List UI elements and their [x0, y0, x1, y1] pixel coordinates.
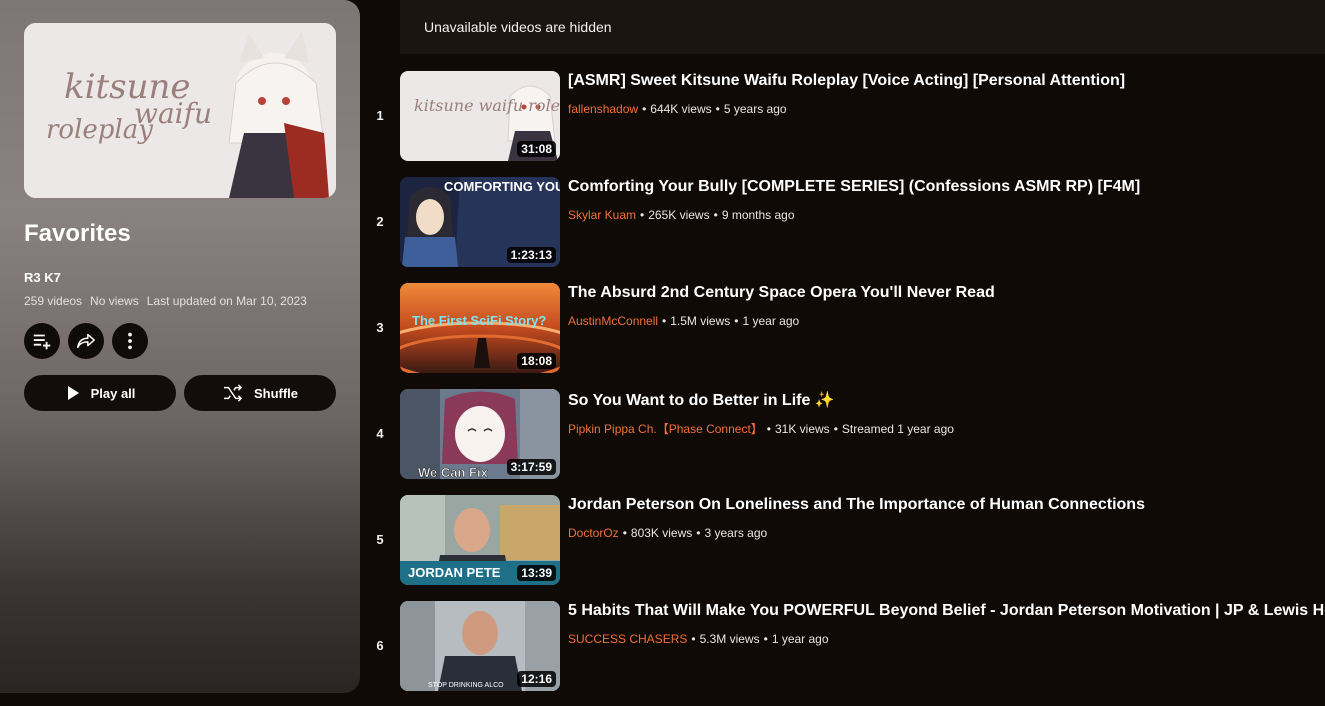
- more-vert-icon: [128, 332, 132, 350]
- video-index: 2: [376, 214, 384, 229]
- video-meta: Skylar Kuam • 265K views • 9 months ago: [568, 208, 795, 222]
- video-list: 1 kitsune waifu roleplay 31:08 [ASMR] Sw…: [360, 70, 1325, 706]
- video-age: 9 months ago: [721, 208, 795, 222]
- video-duration: 31:08: [517, 141, 556, 157]
- list-item[interactable]: 4 We Can Fix 3:17:59 So You Want to do B…: [360, 388, 1325, 494]
- video-meta: DoctorOz • 803K views • 3 years ago: [568, 526, 768, 540]
- list-item[interactable]: 1 kitsune waifu roleplay 31:08 [ASMR] Sw…: [360, 70, 1325, 176]
- video-meta: fallenshadow • 644K views • 5 years ago: [568, 102, 787, 116]
- video-thumbnail[interactable]: JORDAN PETE 13:39: [400, 495, 560, 585]
- video-age: 1 year ago: [771, 632, 829, 646]
- playback-buttons: Play all Shuffle: [24, 375, 336, 411]
- thumbnail-text: kitsune waifu roleplay: [414, 96, 560, 115]
- video-views: 644K views: [650, 102, 712, 116]
- playlist-meta: 259 videos No views Last updated on Mar …: [24, 294, 307, 308]
- video-thumbnail[interactable]: STOP DRINKING ALCO 12:16: [400, 601, 560, 691]
- video-age: 5 years ago: [723, 102, 787, 116]
- video-views: 1.5M views: [670, 314, 731, 328]
- channel-name[interactable]: Skylar Kuam: [568, 208, 636, 222]
- video-views: 31K views: [774, 422, 830, 436]
- save-playlist-button[interactable]: [24, 323, 60, 359]
- channel-name[interactable]: DoctorOz: [568, 526, 619, 540]
- cover-art: kitsune waifu roleplay: [24, 23, 336, 198]
- unavailable-notice: Unavailable videos are hidden: [400, 0, 1325, 54]
- video-views: 265K views: [648, 208, 710, 222]
- playlist-title: Favorites: [24, 220, 131, 247]
- video-count: 259 videos: [24, 294, 83, 308]
- video-index: 1: [376, 108, 384, 123]
- video-index: 5: [376, 532, 384, 547]
- playlist-actions: [24, 323, 148, 359]
- share-button[interactable]: [68, 323, 104, 359]
- channel-name[interactable]: fallenshadow: [568, 102, 638, 116]
- playlist-add-icon: [33, 334, 51, 350]
- video-title[interactable]: So You Want to do Better in Life ✨: [568, 390, 835, 410]
- video-meta: AustinMcConnell • 1.5M views • 1 year ago: [568, 314, 800, 328]
- playlist-panel: kitsune waifu roleplay Favorites R3 K7 2…: [0, 0, 360, 693]
- play-icon: [67, 386, 79, 400]
- video-thumbnail[interactable]: We Can Fix 3:17:59: [400, 389, 560, 479]
- play-all-button[interactable]: Play all: [24, 375, 176, 411]
- video-title[interactable]: [ASMR] Sweet Kitsune Waifu Roleplay [Voi…: [568, 72, 1125, 90]
- video-index: 6: [376, 638, 384, 653]
- list-item[interactable]: 5 JORDAN PETE 13:39 Jordan Peterson On L…: [360, 494, 1325, 600]
- video-duration: 18:08: [517, 353, 556, 369]
- video-thumbnail[interactable]: kitsune waifu roleplay 31:08: [400, 71, 560, 161]
- shuffle-button[interactable]: Shuffle: [184, 375, 336, 411]
- video-duration: 3:17:59: [506, 459, 556, 475]
- video-title[interactable]: Jordan Peterson On Loneliness and The Im…: [568, 496, 1145, 514]
- video-views: 803K views: [630, 526, 693, 540]
- video-thumbnail[interactable]: COMFORTING YOUR BULLY BULLY SERIES 1:23:…: [400, 177, 560, 267]
- thumbnail-text: We Can Fix: [418, 465, 489, 479]
- thumbnail-text: COMFORTING YOUR BULLY BULLY SERIES: [444, 179, 560, 194]
- last-updated: Last updated on Mar 10, 2023: [146, 294, 307, 308]
- video-title[interactable]: 5 Habits That Will Make You POWERFUL Bey…: [568, 602, 1325, 620]
- video-meta: Pipkin Pippa Ch.【Phase Connect】 • 31K view…: [568, 422, 954, 436]
- video-title[interactable]: The Absurd 2nd Century Space Opera You'l…: [568, 284, 995, 302]
- thumbnail-text: The First SciFi Story?: [412, 313, 546, 328]
- video-duration: 12:16: [517, 671, 556, 687]
- playlist-owner[interactable]: R3 K7: [24, 270, 61, 285]
- video-duration: 13:39: [517, 565, 556, 581]
- video-age: Streamed 1 year ago: [841, 422, 954, 436]
- video-index: 3: [376, 320, 384, 335]
- video-duration: 1:23:13: [506, 247, 556, 263]
- video-age: 1 year ago: [742, 314, 800, 328]
- video-thumbnail[interactable]: The First SciFi Story? 18:08: [400, 283, 560, 373]
- channel-name[interactable]: Pipkin Pippa Ch.【Phase Connect】: [568, 422, 763, 436]
- video-age: 3 years ago: [704, 526, 768, 540]
- more-options-button[interactable]: [112, 323, 148, 359]
- thumbnail-text: JORDAN PETE: [408, 565, 501, 580]
- shuffle-icon: [223, 384, 243, 402]
- play-all-label: Play all: [90, 385, 136, 401]
- share-icon: [77, 333, 95, 349]
- video-index: 4: [376, 426, 384, 441]
- video-meta: SUCCESS CHASERS • 5.3M views • 1 year ago: [568, 632, 829, 646]
- list-item[interactable]: 3 The First SciFi Story? 18:08 The Absur…: [360, 282, 1325, 388]
- list-item[interactable]: 2 COMFORTING YOUR BULLY BULLY SERIES 1:2…: [360, 176, 1325, 282]
- channel-name[interactable]: SUCCESS CHASERS: [568, 632, 687, 646]
- playlist-cover[interactable]: kitsune waifu roleplay: [24, 23, 336, 198]
- view-count: No views: [90, 294, 139, 308]
- shuffle-label: Shuffle: [253, 385, 299, 401]
- video-views: 5.3M views: [699, 632, 760, 646]
- list-item[interactable]: 6 STOP DRINKING ALCO 12:16 5 Habits That…: [360, 600, 1325, 706]
- thumbnail-text: STOP DRINKING ALCO: [428, 682, 504, 689]
- cover-text-roleplay: roleplay: [46, 115, 153, 145]
- video-title[interactable]: Comforting Your Bully [COMPLETE SERIES] …: [568, 178, 1140, 196]
- channel-name[interactable]: AustinMcConnell: [568, 314, 658, 328]
